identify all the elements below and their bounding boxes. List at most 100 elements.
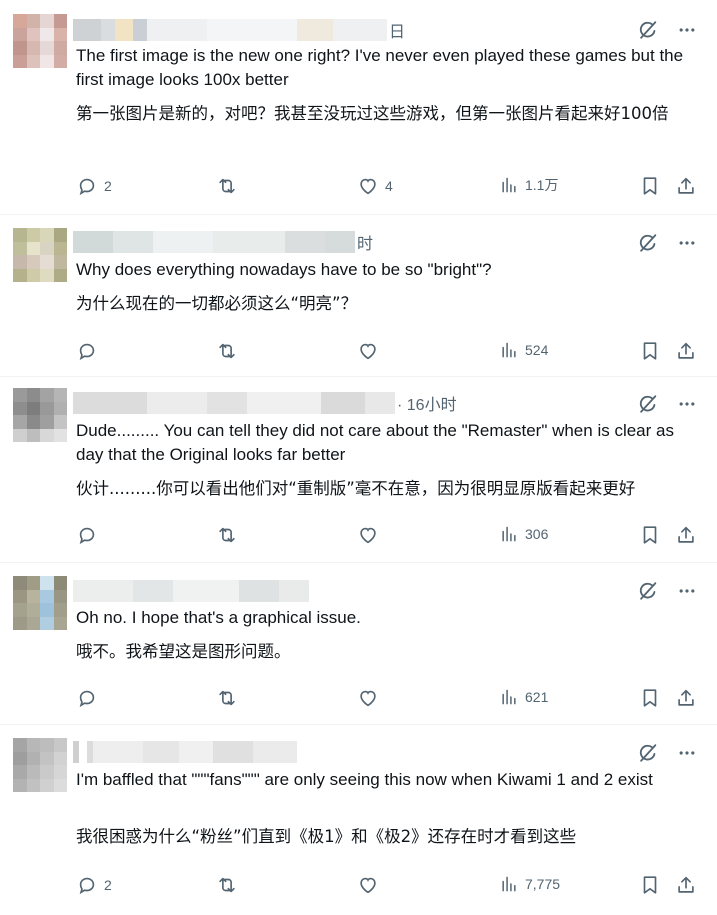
translated-text: 为什么现在的一切都必须这么“明亮”？ [76,294,358,313]
repost-button[interactable] [216,874,244,896]
translated-text: 我很困惑为什么“粉丝”们直到《极1》和《极2》还存在时才看到这些 [76,827,577,846]
bookmark-button[interactable] [639,175,661,197]
translated-text: 第一张图片是新的，对吧？我甚至没玩过这些游戏，但第一张图片看起来好100倍 [76,104,669,123]
avatar[interactable] [13,738,67,792]
reply-button[interactable] [76,340,104,362]
more-icon[interactable] [677,20,697,40]
repost-button[interactable] [216,687,244,709]
share-icon [675,524,697,546]
translated-text: 哦不。我希望这是图形问题。 [76,642,291,661]
bookmark-button[interactable] [639,524,661,546]
reply-card[interactable]: 日 The first image is the new one right? … [0,0,717,215]
avatar[interactable] [13,14,67,68]
bookmark-icon [639,175,661,197]
reply-text: Dude......... You can tell they did not … [76,421,674,464]
like-icon [357,524,379,546]
bookmark-icon [639,874,661,896]
view-count: 1.1万 [525,177,559,193]
repost-button[interactable] [216,524,244,546]
post-time[interactable]: · 16小时 [397,391,457,415]
reply-button[interactable]: 2 [76,175,112,197]
reply-icon [76,340,98,362]
views-button[interactable]: 524 [499,340,548,360]
like-button[interactable] [357,340,385,362]
share-button[interactable] [675,874,697,896]
reply-text: The first image is the new one right? I'… [76,46,684,89]
reply-card[interactable]: · 16小时 Dude......... You can tell they d… [0,377,717,563]
share-icon [675,687,697,709]
avatar[interactable] [13,576,67,630]
views-icon [499,340,519,360]
author-name-blurred[interactable] [73,231,355,253]
reply-count: 2 [104,877,112,893]
view-count: 7,775 [525,876,561,892]
share-icon [675,874,697,896]
reply-button[interactable] [76,687,104,709]
post-time[interactable]: 时 [357,230,373,254]
like-button[interactable] [357,524,385,546]
reply-button[interactable]: 2 [76,874,112,896]
repost-button[interactable] [216,175,244,197]
reply-icon [76,524,98,546]
post-time[interactable]: 日 [389,18,405,42]
grok-icon[interactable] [637,393,659,415]
bookmark-icon [639,524,661,546]
share-button[interactable] [675,687,697,709]
author-name-blurred[interactable] [73,19,387,41]
views-button[interactable]: 7,775 [499,874,560,894]
reply-card[interactable]: Oh no. I hope that's a graphical issue. … [0,563,717,725]
author-name-blurred[interactable] [73,741,297,763]
reply-count: 2 [104,178,112,194]
share-button[interactable] [675,175,697,197]
share-button[interactable] [675,524,697,546]
share-button[interactable] [675,340,697,362]
bookmark-button[interactable] [639,687,661,709]
bookmark-button[interactable] [639,874,661,896]
grok-icon[interactable] [637,19,659,41]
like-button[interactable]: 4 [357,175,393,197]
repost-icon [216,874,238,896]
like-button[interactable] [357,874,385,896]
bookmark-button[interactable] [639,340,661,362]
view-count: 524 [525,342,549,358]
reply-icon [76,687,98,709]
like-icon [357,874,379,896]
views-button[interactable]: 1.1万 [499,175,558,195]
like-icon [357,340,379,362]
more-icon[interactable] [677,743,697,763]
repost-icon [216,175,238,197]
more-icon[interactable] [677,581,697,601]
more-icon[interactable] [677,233,697,253]
view-count: 306 [525,526,549,542]
grok-icon[interactable] [637,742,659,764]
more-icon[interactable] [677,394,697,414]
reply-button[interactable] [76,524,104,546]
repost-button[interactable] [216,340,244,362]
share-icon [675,340,697,362]
like-icon [357,687,379,709]
views-button[interactable]: 306 [499,524,548,544]
grok-icon[interactable] [637,580,659,602]
reply-text: I'm baffled that """fans""" are only see… [76,770,653,789]
repost-icon [216,340,238,362]
avatar[interactable] [13,228,67,282]
grok-icon[interactable] [637,232,659,254]
author-name-blurred[interactable] [73,580,309,602]
repost-icon [216,524,238,546]
reply-card[interactable]: I'm baffled that """fans""" are only see… [0,725,717,915]
translated-text: 伙计.........你可以看出他们对“重制版”毫不在意，因为很明显原版看起来更… [76,479,636,498]
reply-icon [76,175,98,197]
views-button[interactable]: 621 [499,687,548,707]
like-icon [357,175,379,197]
avatar[interactable] [13,388,67,442]
reply-text: Oh no. I hope that's a graphical issue. [76,608,361,627]
reply-card[interactable]: 时 Why does everything nowadays have to b… [0,215,717,377]
reply-icon [76,874,98,896]
reply-text: Why does everything nowadays have to be … [76,260,492,279]
bookmark-icon [639,687,661,709]
views-icon [499,687,519,707]
views-icon [499,524,519,544]
author-name-blurred[interactable] [73,392,395,414]
like-button[interactable] [357,687,385,709]
repost-icon [216,687,238,709]
